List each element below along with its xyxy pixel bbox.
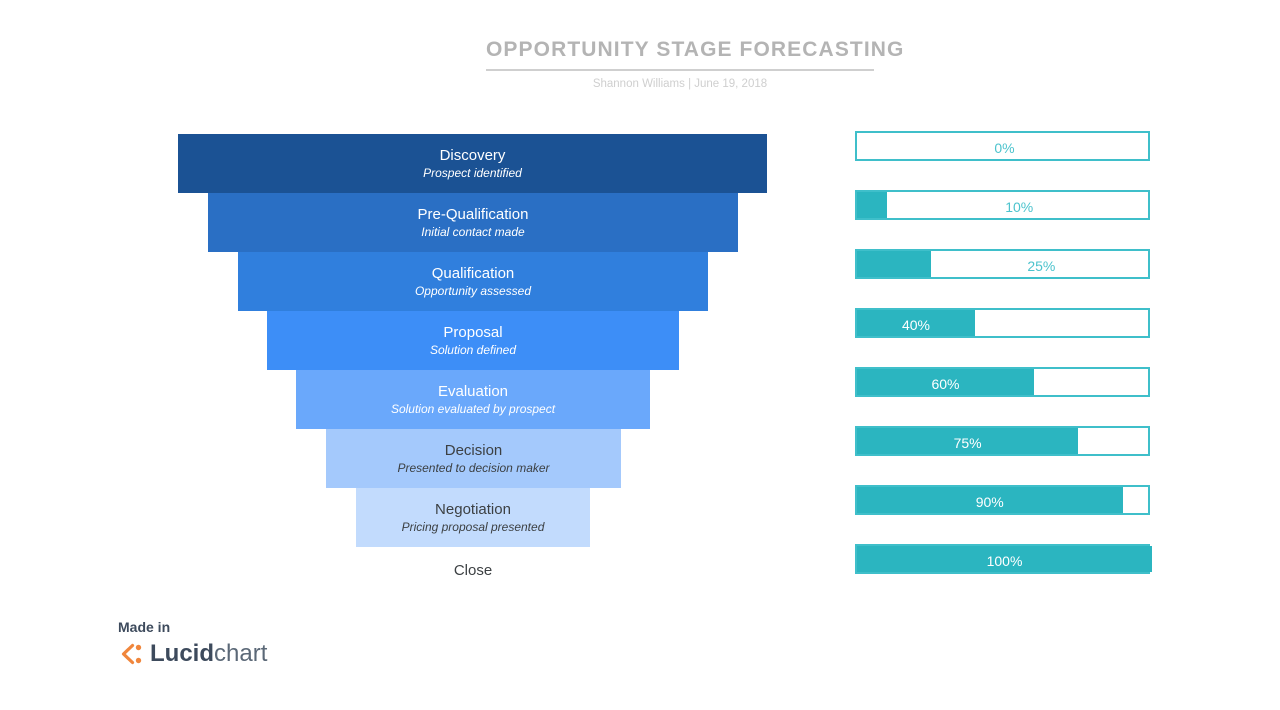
probability-bar-row: 10% [855,190,1150,249]
funnel-row: Discovery Prospect identified [0,134,800,193]
lucidchart-wordmark-light: chart [214,640,268,667]
probability-bar-track[interactable]: 100% [855,544,1152,574]
probability-bar-fill [857,251,931,277]
funnel-stage-description: Pricing proposal presented [401,520,545,534]
page-title: OPPORTUNITY STAGE FORECASTING [486,38,905,61]
funnel-stage-name: Pre-Qualification [417,206,529,223]
probability-bar-row: 100% [855,544,1152,603]
title-divider [486,69,874,71]
made-in-label: Made in [118,619,171,635]
probability-bar-label: 100% [986,553,1023,569]
probability-bar-track[interactable]: 0% [855,131,1150,161]
lucidchart-wordmark: Lucidchart [150,641,267,667]
funnel-row: Proposal Solution defined [0,311,800,370]
probability-bar-label: 10% [1005,199,1034,215]
funnel-row: Negotiation Pricing proposal presented [0,488,800,547]
page-subtitle: Shannon Williams | June 19, 2018 [592,78,768,90]
probability-bar-row: 60% [855,367,1150,426]
lucidchart-logo: Lucidchart [118,641,318,667]
probability-bar-row: 40% [855,308,1150,367]
lucidchart-mark-icon [121,643,142,665]
probability-bar-label: 40% [901,317,931,333]
funnel-stage-name: Evaluation [437,383,509,400]
funnel-row: Qualification Opportunity assessed [0,252,800,311]
funnel-stage-name: Proposal [443,324,503,341]
funnel-row: Pre-Qualification Initial contact made [0,193,800,252]
funnel-stage-proposal[interactable]: Proposal Solution defined [267,311,679,370]
probability-bar-fill [857,192,887,218]
lucidchart-wordmark-bold: Lucid [150,640,214,667]
probability-bar-label: 25% [1027,258,1056,274]
funnel-stage-name: Qualification [431,265,515,282]
probability-bar-list: 0% 10% 25% 40% 60% 75% 90% 100% [855,131,1152,603]
funnel-stage-description: Solution defined [429,343,517,357]
funnel-stage-name: Discovery [439,147,506,164]
probability-bar-row: 25% [855,249,1150,308]
probability-bar-row: 90% [855,485,1150,544]
lucidchart-attribution: Made in Lucidchart [118,618,318,667]
probability-bar-label: 60% [931,376,960,392]
funnel-stage-qualification[interactable]: Qualification Opportunity assessed [238,252,708,311]
probability-bar-row: 75% [855,426,1150,485]
funnel-chart: Discovery Prospect identified Pre-Qualific… [0,134,800,547]
probability-bar-track[interactable]: 40% [855,308,1150,338]
funnel-row: Decision Presented to decision maker [0,429,800,488]
funnel-stage-discovery[interactable]: Discovery Prospect identified [178,134,767,193]
funnel-stage-name: Negotiation [435,501,511,518]
funnel-stage-decision[interactable]: Decision Presented to decision maker [326,429,621,488]
funnel-stage-description: Opportunity assessed [414,284,532,298]
funnel-stage-description: Initial contact made [421,225,525,239]
funnel-stage-description: Presented to decision maker [397,461,550,475]
funnel-stage-negotiation[interactable]: Negotiation Pricing proposal presented [356,488,590,547]
probability-bar-track[interactable]: 90% [855,485,1150,515]
funnel-stage-description: Prospect identified [423,166,522,180]
probability-bar-label: 75% [953,435,982,451]
probability-bar-track[interactable]: 25% [855,249,1150,279]
funnel-stage-description: Solution evaluated by prospect [390,402,556,416]
probability-bar-label: 0% [994,140,1015,156]
funnel-stage-name: Decision [444,442,503,459]
probability-bar-track[interactable]: 10% [855,190,1150,220]
probability-bar-label: 90% [975,494,1004,510]
probability-bar-row: 0% [855,131,1150,190]
probability-bar-track[interactable]: 60% [855,367,1150,397]
funnel-stage-evaluation[interactable]: Evaluation Solution evaluated by prospect [296,370,650,429]
funnel-stage-pre-qualification[interactable]: Pre-Qualification Initial contact made [208,193,738,252]
probability-bar-track[interactable]: 75% [855,426,1150,456]
funnel-row: Evaluation Solution evaluated by prospect [0,370,800,429]
header: OPPORTUNITY STAGE FORECASTING Shannon Wi… [0,0,1280,110]
funnel-close-label: Close [453,562,493,579]
